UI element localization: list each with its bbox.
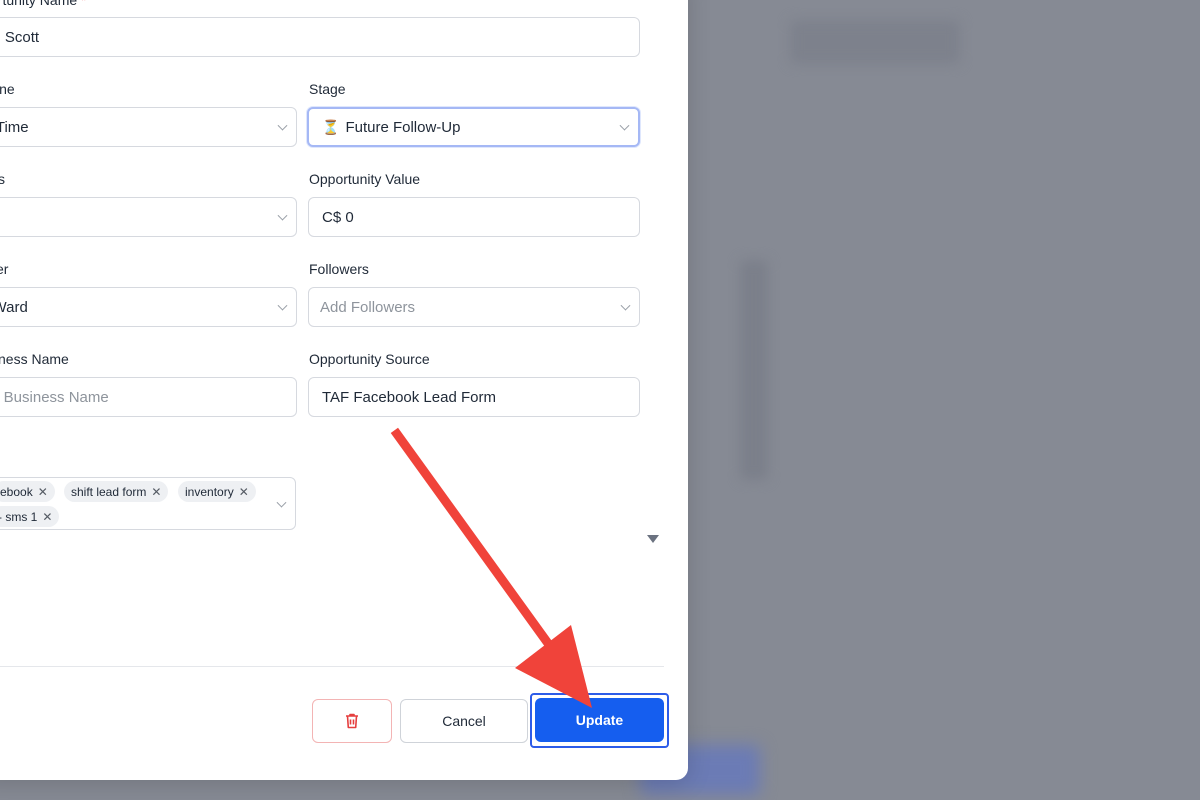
tag-chip: shift lead form ✕ — [64, 481, 169, 502]
chevron-down-icon — [277, 120, 288, 131]
pipeline-select[interactable]: veTime — [0, 107, 297, 147]
opportunity-value-label: Opportunity Value — [309, 171, 421, 187]
tag-chip: ebook ✕ — [0, 481, 55, 502]
status-label: s — [0, 171, 5, 187]
scroll-down-arrow[interactable] — [647, 535, 659, 543]
close-icon[interactable]: ✕ — [239, 485, 249, 499]
chevron-down-icon — [277, 300, 288, 311]
pipeline-label: ine — [0, 81, 15, 97]
owner-label: er — [0, 261, 9, 277]
tags-select[interactable]: ebook ✕ shift lead form ✕ inventory ✕ - sms… — [0, 477, 296, 530]
followers-select[interactable]: Add Followers — [308, 287, 640, 327]
business-name-label: ness Name — [0, 351, 69, 367]
footer-divider — [0, 666, 664, 667]
opportunity-name-input[interactable]: an Scott — [0, 17, 640, 57]
opportunity-source-label: Opportunity Source — [309, 351, 430, 367]
hourglass-icon: ⏳ — [322, 118, 340, 135]
chevron-down-icon — [619, 120, 630, 131]
status-select[interactable]: en — [0, 197, 297, 237]
cancel-button[interactable]: Cancel — [400, 699, 528, 743]
chevron-down-icon — [277, 210, 288, 221]
owner-select[interactable]: o Ward — [0, 287, 297, 327]
opportunity-source-input[interactable]: TAF Facebook Lead Form — [308, 377, 640, 417]
business-name-input[interactable]: ter Business Name — [0, 377, 297, 417]
opportunity-name-label: ortunity Name * — [0, 0, 87, 8]
chevron-down-icon — [620, 300, 631, 311]
tag-chip: - sms 1 ✕ — [0, 506, 60, 527]
close-icon[interactable]: ✕ — [42, 510, 52, 524]
stage-label: Stage — [309, 81, 346, 97]
opportunity-value-input[interactable]: C$ 0 — [308, 197, 640, 237]
close-icon[interactable]: ✕ — [151, 485, 161, 499]
chevron-down-icon — [276, 497, 287, 508]
followers-label: Followers — [309, 261, 369, 277]
background-blur-block — [790, 20, 960, 64]
trash-icon — [346, 713, 358, 729]
background-blur-bar — [740, 260, 768, 480]
close-icon[interactable]: ✕ — [38, 485, 48, 499]
update-button[interactable]: Update — [535, 698, 664, 742]
background-app — [700, 0, 1200, 800]
tag-chip: inventory ✕ — [178, 481, 256, 502]
stage-select[interactable]: ⏳ Future Follow-Up — [307, 107, 640, 147]
delete-button[interactable] — [312, 699, 392, 743]
